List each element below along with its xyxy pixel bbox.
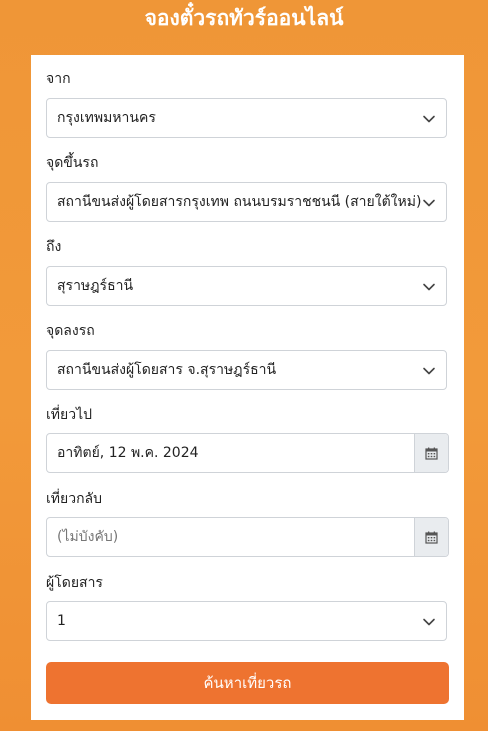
calendar-icon (425, 531, 438, 544)
destination-label: ถึง (46, 239, 62, 255)
departure-date-picker-button[interactable] (414, 434, 448, 472)
departure-date-input[interactable] (47, 434, 416, 472)
boarding-point-value: สถานีขนส่งผู้โดยสารกรุงเทพ ถนนบรมราชชนนี… (57, 194, 422, 210)
departure-date-label: เที่ยวไป (46, 407, 93, 423)
page-title: จองตั๋วรถทัวร์ออนไลน์ (144, 6, 344, 30)
boarding-point-label: จุดขึ้นรถ (46, 155, 99, 171)
departure-date-group (46, 433, 449, 473)
dropoff-point-select[interactable]: สถานีขนส่งผู้โดยสาร จ.สุราษฎร์ธานี (46, 350, 447, 390)
dropoff-point-value: สถานีขนส่งผู้โดยสาร จ.สุราษฎร์ธานี (57, 362, 277, 378)
chevron-down-icon (423, 115, 435, 123)
chevron-down-icon (423, 367, 435, 375)
passengers-value: 1 (57, 613, 66, 629)
destination-value: สุราษฎร์ธานี (57, 278, 134, 294)
destination-select[interactable]: สุราษฎร์ธานี (46, 266, 447, 306)
dropoff-point-label: จุดลงรถ (46, 323, 95, 339)
passengers-select[interactable]: 1 (46, 601, 447, 641)
origin-value: กรุงเทพมหานคร (57, 110, 156, 126)
origin-select[interactable]: กรุงเทพมหานคร (46, 98, 447, 138)
booking-form: จาก กรุงเทพมหานคร จุดขึ้นรถ สถานีขนส่งผู… (31, 55, 464, 720)
return-date-group (46, 517, 449, 557)
boarding-point-select[interactable]: สถานีขนส่งผู้โดยสารกรุงเทพ ถนนบรมราชชนนี… (46, 182, 447, 222)
chevron-down-icon (423, 199, 435, 207)
chevron-down-icon (423, 618, 435, 626)
passengers-label: ผู้โดยสาร (46, 575, 103, 591)
return-date-input[interactable] (47, 518, 416, 556)
return-date-picker-button[interactable] (414, 518, 448, 556)
calendar-icon (425, 447, 438, 460)
search-trips-button[interactable]: ค้นหาเที่ยวรถ (46, 662, 449, 704)
origin-label: จาก (46, 71, 71, 87)
return-date-label: เที่ยวกลับ (46, 491, 103, 507)
chevron-down-icon (423, 283, 435, 291)
